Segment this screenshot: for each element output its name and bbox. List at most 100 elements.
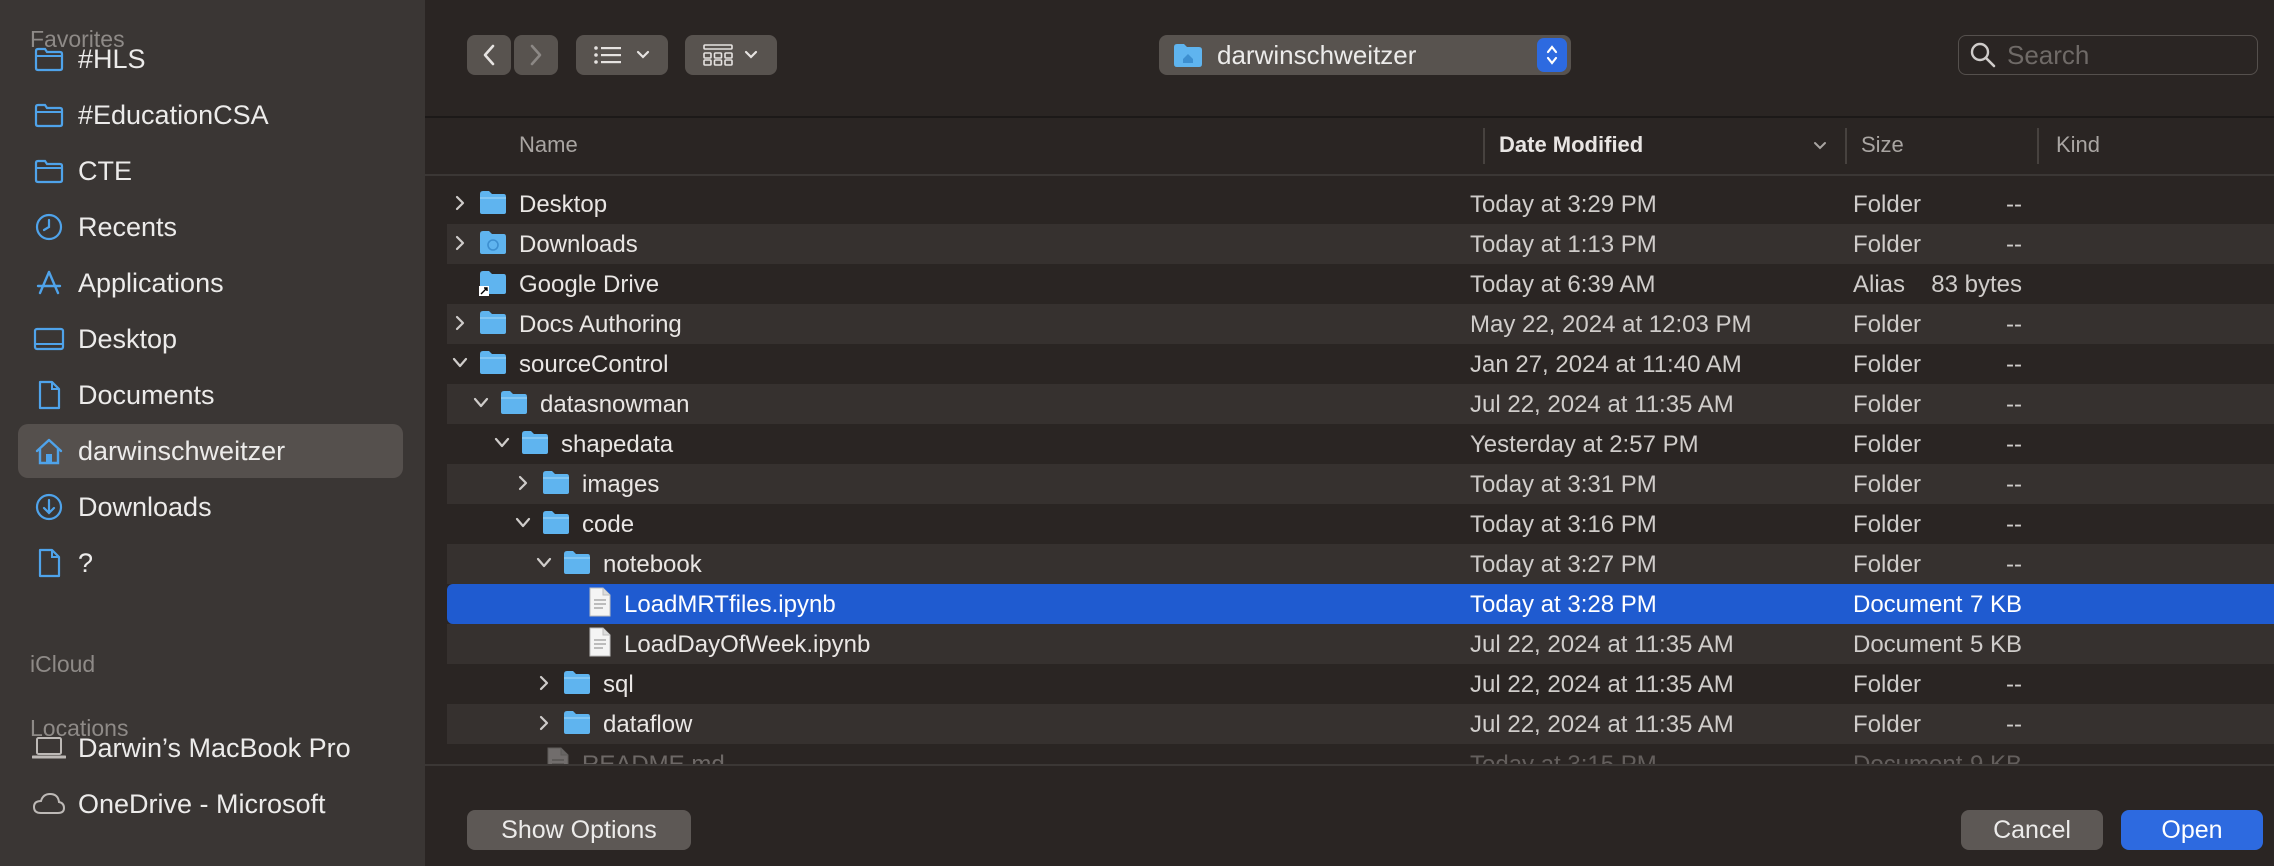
file-size: -- — [2006, 231, 2022, 258]
back-button[interactable] — [467, 35, 511, 75]
file-size: -- — [2006, 471, 2022, 498]
date-modified: Jul 22, 2024 at 11:35 AM — [1470, 711, 1734, 738]
file-kind: Folder — [1853, 311, 1922, 338]
sidebar-item-cte[interactable]: CTE — [18, 144, 403, 198]
folder-row[interactable]: shapedata Yesterday at 2:57 PM -- Folder — [447, 424, 2274, 464]
folder-icon — [479, 309, 507, 337]
file-size: -- — [2006, 351, 2022, 378]
column-size-header[interactable]: Size — [1861, 132, 1904, 158]
chevron-right-icon[interactable] — [449, 232, 471, 254]
file-kind: Folder — [1853, 471, 1922, 498]
sidebar-item-label: darwinschweitzer — [78, 435, 286, 466]
file-row[interactable]: LoadDayOfWeek.ipynb Jul 22, 2024 at 11:35… — [447, 624, 2274, 664]
chevron-down-icon[interactable] — [449, 352, 471, 374]
sidebar-item-recents[interactable]: Recents — [18, 200, 403, 254]
sidebar-item-label: Applications — [78, 267, 224, 298]
folder-icon — [500, 389, 528, 417]
sidebar-item-onedrive-microsoft[interactable]: OneDrive - Microsoft — [18, 777, 403, 831]
chevron-right-icon[interactable] — [512, 472, 534, 494]
sidebar-item-documents[interactable]: Documents — [18, 368, 403, 422]
file-name: images — [582, 471, 660, 498]
view-list-button[interactable] — [576, 35, 668, 75]
sidebar-item-label: OneDrive - Microsoft — [78, 788, 326, 819]
path-stepper[interactable] — [1537, 38, 1567, 72]
folder-row[interactable]: Docs Authoring May 22, 2024 at 12:03 PM --… — [447, 304, 2274, 344]
column-date-header[interactable]: Date Modified — [1499, 132, 1643, 158]
folder-row[interactable]: Desktop Today at 3:29 PM -- Folder — [447, 184, 2274, 224]
file-row[interactable]: LoadMRTfiles.ipynb Today at 3:28 PM 7 KB Do… — [447, 584, 2274, 624]
file-name: Google Drive — [519, 271, 660, 298]
chevron-down-icon[interactable] — [512, 512, 534, 534]
document-icon — [32, 546, 66, 580]
sidebar-item-darwinschweitzer[interactable]: darwinschweitzer — [18, 424, 403, 478]
file-name: README.md — [582, 751, 725, 764]
file-kind: Folder — [1853, 231, 1922, 258]
downloads-folder-icon — [479, 229, 507, 257]
file-name: LoadDayOfWeek.ipynb — [624, 631, 871, 658]
chevron-right-icon[interactable] — [533, 712, 555, 734]
search-field[interactable]: Search — [1958, 35, 2258, 75]
path-popup[interactable]: darwinschweitzer — [1159, 35, 1571, 75]
folder-row[interactable]: code Today at 3:16 PM -- Folder — [447, 504, 2274, 544]
column-separator[interactable] — [1845, 128, 1847, 164]
sidebar-item-[interactable]: ? — [18, 536, 403, 590]
folder-icon — [32, 42, 66, 76]
file-list: Desktop Today at 3:29 PM -- Folder Downloads… — [425, 184, 2274, 764]
chevron-right-icon[interactable] — [449, 192, 471, 214]
grid-icon — [703, 44, 733, 66]
sidebar-item-applications[interactable]: Applications — [18, 256, 403, 310]
column-separator[interactable] — [2037, 128, 2039, 164]
sidebar-item-educationcsa[interactable]: #EducationCSA — [18, 88, 403, 142]
chevron-down-icon[interactable] — [533, 552, 555, 574]
folder-row[interactable]: sourceControl Jan 27, 2024 at 11:40 AM -- F… — [447, 344, 2274, 384]
sidebar-item-label: #EducationCSA — [78, 99, 269, 130]
file-size: -- — [2006, 431, 2022, 458]
folder-row[interactable]: images Today at 3:31 PM -- Folder — [447, 464, 2274, 504]
file-size: -- — [2006, 391, 2022, 418]
folder-row[interactable]: notebook Today at 3:27 PM -- Folder — [447, 544, 2274, 584]
open-button[interactable]: Open — [2121, 810, 2263, 850]
sidebar-item-label: CTE — [78, 155, 132, 186]
file-kind: Folder — [1853, 671, 1922, 698]
document-icon — [32, 378, 66, 412]
file-row[interactable]: README.md Today at 3:15 PM 9 KB Document — [447, 744, 2274, 764]
folder-row[interactable]: sql Jul 22, 2024 at 11:35 AM -- Folder — [447, 664, 2274, 704]
chevron-right-icon[interactable] — [533, 672, 555, 694]
date-modified: Today at 1:13 PM — [1470, 231, 1657, 258]
file-row[interactable]: Google Drive Today at 6:39 AM 83 bytes Alia… — [447, 264, 2274, 304]
sidebar-item-downloads[interactable]: Downloads — [18, 480, 403, 534]
group-button[interactable] — [685, 35, 777, 75]
clock-icon — [32, 210, 66, 244]
chevron-down-icon[interactable] — [470, 392, 492, 414]
file-size: -- — [2006, 511, 2022, 538]
column-separator[interactable] — [1483, 128, 1485, 164]
search-input[interactable]: Search — [2007, 40, 2089, 71]
column-name-header[interactable]: Name — [519, 132, 578, 158]
file-name: notebook — [603, 551, 702, 578]
show-options-button[interactable]: Show Options — [467, 810, 691, 850]
folder-row[interactable]: Downloads Today at 1:13 PM -- Folder — [447, 224, 2274, 264]
cancel-button[interactable]: Cancel — [1961, 810, 2103, 850]
file-name: datasnowman — [540, 391, 690, 418]
folder-row[interactable]: datasnowman Jul 22, 2024 at 11:35 AM -- Fol… — [447, 384, 2274, 424]
folder-icon — [479, 189, 507, 217]
sidebar-item-label: Downloads — [78, 491, 212, 522]
chevron-down-icon[interactable] — [491, 432, 513, 454]
sidebar-item-hls[interactable]: #HLS — [18, 32, 403, 86]
alias-folder-icon — [479, 269, 507, 297]
file-kind: Folder — [1853, 511, 1922, 538]
sidebar-item-label: Documents — [78, 379, 215, 410]
sidebar-item-darwin-s-macbook-pro[interactable]: Darwin’s MacBook Pro — [18, 721, 403, 775]
sidebar-item-label: Recents — [78, 211, 178, 242]
file-name: shapedata — [561, 431, 674, 458]
up-down-chevron-icon — [1546, 45, 1558, 65]
forward-button[interactable] — [514, 35, 558, 75]
file-name: code — [582, 511, 635, 538]
column-kind-header[interactable]: Kind — [2056, 132, 2100, 158]
chevron-right-icon[interactable] — [449, 312, 471, 334]
file-size: -- — [2006, 191, 2022, 218]
sidebar-item-desktop[interactable]: Desktop — [18, 312, 403, 366]
folder-icon — [32, 154, 66, 188]
file-size: -- — [2006, 711, 2022, 738]
folder-row[interactable]: dataflow Jul 22, 2024 at 11:35 AM -- Folder — [447, 704, 2274, 744]
